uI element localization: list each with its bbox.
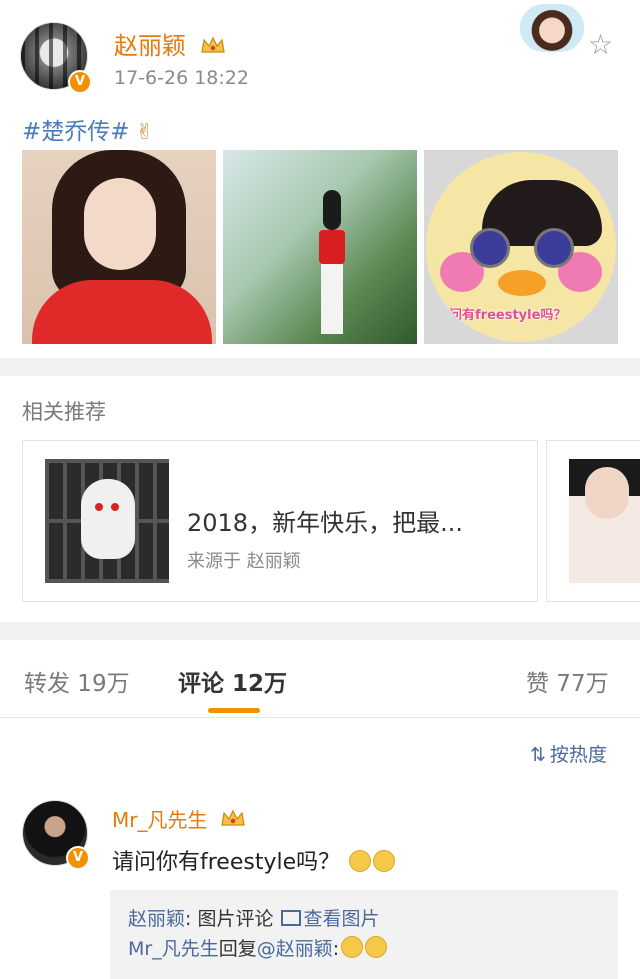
related-card-next[interactable]	[546, 440, 640, 602]
crown-icon	[200, 36, 225, 53]
favorite-star-icon[interactable]: ☆	[588, 28, 613, 61]
tab-comment[interactable]: 评论 12万	[178, 664, 287, 698]
reply-colon: :	[332, 938, 340, 960]
author-name-text[interactable]: 赵丽颖	[114, 32, 186, 60]
mention-link[interactable]: @赵丽颖	[257, 938, 333, 960]
comments-section: ⇅ 按热度 V Mr_凡先生 请问你有freestyle吗？ 赵丽颖: 图片评论 查…	[0, 718, 640, 979]
reply-user-link[interactable]: 赵丽颖	[128, 908, 185, 930]
photo-1[interactable]	[22, 150, 216, 344]
reply-text: : 图片评论	[185, 908, 274, 930]
profile-sticker[interactable]	[520, 4, 584, 52]
photo-2[interactable]	[223, 150, 417, 344]
photo-3[interactable]: 请问有freestyle吗？	[424, 150, 618, 344]
reply-line-1: 赵丽颖: 图片评论 查看图片	[128, 904, 600, 934]
view-image-link[interactable]: 查看图片	[303, 908, 379, 930]
sort-icon: ⇅	[530, 744, 546, 766]
verified-badge-icon: V	[68, 70, 92, 94]
sort-button[interactable]: ⇅ 按热度	[530, 740, 607, 767]
comment-body: 请问你有freestyle吗？	[112, 850, 341, 875]
related-card-source: 来源于 赵丽颖	[187, 551, 301, 572]
active-tab-indicator	[208, 708, 260, 713]
reply-user-link[interactable]: Mr_凡先生	[128, 938, 219, 960]
commenter-name[interactable]: Mr_凡先生	[112, 804, 246, 833]
reply-box[interactable]: 赵丽颖: 图片评论 查看图片 Mr_凡先生回复@赵丽颖:	[110, 890, 618, 979]
related-title: 相关推荐	[22, 400, 106, 424]
commenter-name-text[interactable]: Mr_凡先生	[112, 808, 207, 832]
sort-label: 按热度	[549, 744, 607, 766]
tab-like[interactable]: 赞 77万	[526, 664, 609, 698]
reply-line-2: Mr_凡先生回复@赵丽颖:	[128, 934, 600, 964]
emoji-icon	[365, 936, 388, 958]
emoji-smile-icon	[373, 850, 396, 872]
related-card-title: 2018，新年快乐，把最...	[187, 509, 463, 537]
author-name[interactable]: 赵丽颖	[114, 26, 226, 61]
emoji-icon	[341, 936, 364, 958]
related-section: 相关推荐 2018，新年快乐，把最... 来源于 赵丽颖	[0, 376, 640, 622]
emoji-thinking-icon	[349, 850, 372, 872]
tab-repost[interactable]: 转发 19万	[24, 664, 130, 698]
crown-icon	[221, 809, 245, 826]
interaction-tabs: 转发 19万 评论 12万 赞 77万	[0, 640, 640, 718]
photo-grid: 请问有freestyle吗？	[22, 150, 620, 344]
hand-emoji-icon: ✌	[135, 120, 154, 145]
related-thumbnail	[45, 459, 169, 583]
reply-text: 回复	[218, 938, 257, 960]
post-timestamp: 17-6-26 18:22	[114, 67, 249, 89]
hashtag-link[interactable]: #楚乔传# ✌	[22, 112, 154, 146]
photo-caption: 请问有freestyle吗？	[436, 308, 567, 323]
hashtag-text[interactable]: #楚乔传#	[22, 119, 130, 145]
verified-badge-icon: V	[66, 846, 90, 870]
post-card: V 赵丽颖 17-6-26 18:22 ☆ #楚乔传# ✌ 请问有freesty…	[0, 0, 640, 358]
image-icon	[281, 910, 302, 926]
comment-text: 请问你有freestyle吗？	[112, 844, 396, 876]
related-card[interactable]: 2018，新年快乐，把最... 来源于 赵丽颖	[22, 440, 538, 602]
